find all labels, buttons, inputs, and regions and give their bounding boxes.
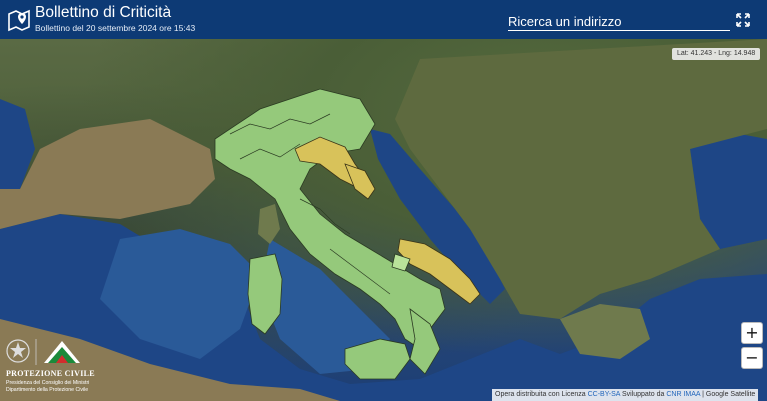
map-attribution: Opera distribuita con Licenza CC-BY-SA S… [492, 389, 759, 401]
zoom-in-button[interactable]: + [741, 322, 763, 344]
logo-subtitle-1: Presidenza del Consiglio dei Ministri [6, 380, 90, 386]
developer-link[interactable]: CNR IMAA [666, 391, 700, 398]
protezione-civile-logo: PROTEZIONE CIVILE Presidenza del Consigl… [4, 333, 114, 395]
logo-subtitle-2: Dipartimento della Protezione Civile [6, 387, 89, 393]
map-view[interactable] [0, 39, 767, 401]
bulletin-date: Bollettino del 20 settembre 2024 ore 15:… [35, 23, 196, 33]
attribution-prefix: Opera distribuita con Licenza [495, 391, 588, 398]
expand-icon[interactable] [734, 11, 752, 29]
attribution-suffix: | Google Satellite [700, 391, 756, 398]
license-link[interactable]: CC-BY-SA [588, 391, 620, 398]
coordinates-readout: Lat: 41.243 - Lng: 14.948 [672, 48, 761, 60]
logo-title: PROTEZIONE CIVILE [6, 369, 95, 378]
app-header: Bollettino di Criticità Bollettino del 2… [0, 0, 767, 39]
zoom-out-button[interactable]: − [741, 347, 763, 369]
emblem-icon [6, 339, 80, 365]
address-search-input[interactable] [508, 12, 730, 31]
page-title: Bollettino di Criticità [35, 4, 172, 21]
satellite-basemap [0, 39, 767, 401]
attribution-middle: Sviluppato da [620, 391, 667, 398]
map-pin-icon [8, 9, 30, 32]
